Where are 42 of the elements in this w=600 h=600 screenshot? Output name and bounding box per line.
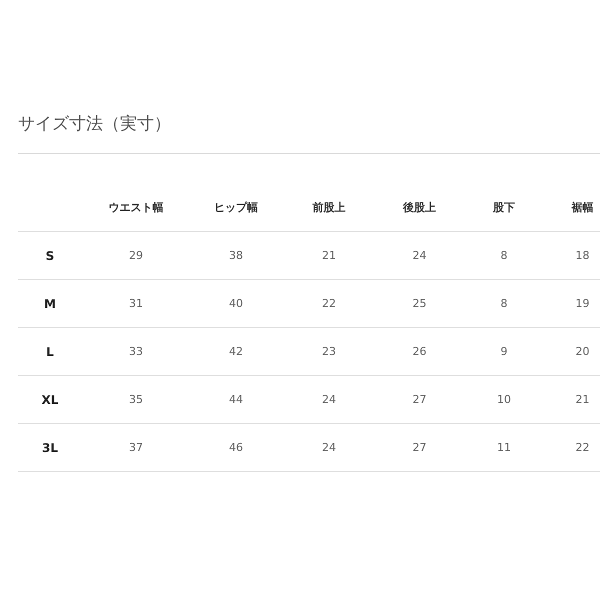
table-cell: 29 <box>129 249 143 262</box>
table-cell: 33 <box>129 345 143 358</box>
column-header: ヒップ幅 <box>214 201 258 214</box>
table-cell: 31 <box>129 297 143 310</box>
table-cell: 8 <box>500 249 508 262</box>
table-cell: 46 <box>229 441 243 454</box>
table-cell: 35 <box>129 393 143 406</box>
table-cell: 24 <box>412 249 426 262</box>
size-label: XL <box>42 392 58 406</box>
table-cell: 20 <box>576 345 590 358</box>
table-cell: 9 <box>500 345 508 358</box>
table-cell: 23 <box>322 345 336 358</box>
table-cell: 27 <box>412 393 426 406</box>
column-header: ウエスト幅 <box>108 201 164 214</box>
table-cell: 21 <box>322 249 336 262</box>
table-cell: 22 <box>576 441 590 454</box>
size-label: M <box>44 296 56 310</box>
column-header: 股下 <box>493 201 515 214</box>
column-header: 前股上 <box>312 201 346 214</box>
table-cell: 40 <box>229 297 243 310</box>
table-cell: 8 <box>500 297 508 310</box>
table-cell: 18 <box>576 249 590 262</box>
table-cell: 24 <box>322 393 336 406</box>
table-cell: 44 <box>229 393 243 406</box>
table-cell: 10 <box>497 393 511 406</box>
table-cell: 27 <box>412 441 426 454</box>
table-cell: 19 <box>576 297 590 310</box>
table-cell: 37 <box>129 441 143 454</box>
section-title: サイズ寸法（実寸） <box>18 112 600 154</box>
table-cell: 26 <box>412 345 426 358</box>
table-cell: 21 <box>576 393 590 406</box>
size-label: 3L <box>42 440 58 454</box>
size-label: L <box>46 344 54 358</box>
table-cell: 42 <box>229 345 243 358</box>
column-header: 裾幅 <box>572 201 594 214</box>
table-cell: 25 <box>412 297 426 310</box>
table-cell: 11 <box>497 441 511 454</box>
column-header: 後股上 <box>403 201 436 214</box>
size-label: S <box>46 248 54 262</box>
table-cell: 38 <box>229 249 243 262</box>
table-cell: 24 <box>322 441 336 454</box>
table-cell: 22 <box>322 297 336 310</box>
